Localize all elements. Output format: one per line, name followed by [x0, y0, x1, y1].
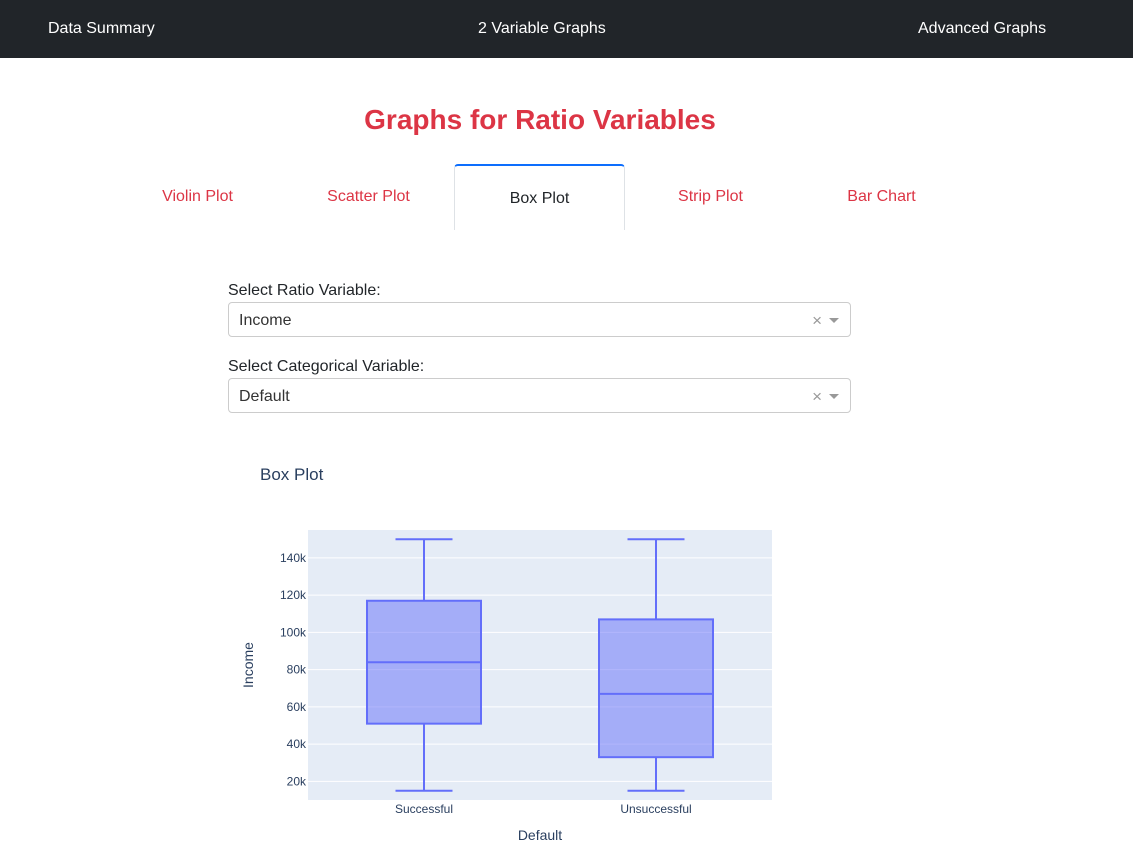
y-tick-label: 100k	[280, 625, 307, 639]
categorical-variable-dropdown[interactable]: Default ×	[228, 378, 851, 413]
tab-violin-plot[interactable]: Violin Plot	[112, 164, 283, 230]
clear-icon[interactable]: ×	[812, 303, 822, 338]
y-tick-label: 20k	[287, 774, 307, 788]
y-tick-label: 60k	[287, 700, 307, 714]
tab-strip-plot[interactable]: Strip Plot	[625, 164, 796, 230]
categorical-variable-label: Select Categorical Variable:	[228, 358, 425, 375]
x-axis-title: Default	[518, 827, 562, 843]
tab-bar-chart[interactable]: Bar Chart	[796, 164, 967, 230]
box-iqr	[598, 618, 714, 759]
chevron-down-icon[interactable]	[829, 394, 839, 399]
ratio-variable-value: Income	[239, 312, 292, 329]
chevron-down-icon[interactable]	[829, 318, 839, 323]
y-tick-label: 120k	[280, 588, 307, 602]
top-navbar: Data Summary 2 Variable Graphs Advanced …	[0, 0, 1133, 58]
ratio-variable-dropdown[interactable]: Income ×	[228, 302, 851, 337]
x-tick-label: Successful	[395, 802, 453, 816]
y-tick-label: 80k	[287, 663, 307, 677]
y-tick-label: 140k	[280, 551, 307, 565]
clear-icon[interactable]: ×	[812, 379, 822, 414]
page-title: Graphs for Ratio Variables	[364, 104, 716, 135]
nav-advanced-graphs[interactable]: Advanced Graphs	[918, 0, 1046, 58]
nav-2-variable-graphs[interactable]: 2 Variable Graphs	[478, 0, 606, 58]
y-tick-label: 40k	[287, 737, 307, 751]
box-plot-svg: Box Plot 20k 40k 60k 80k 100k 120k 140k Successf…	[240, 465, 772, 843]
tab-box-plot[interactable]: Box Plot	[454, 164, 625, 230]
box-plot-chart: Box Plot 20k 40k 60k 80k 100k 120k 140k Successf…	[228, 440, 828, 850]
chart-title: Box Plot	[260, 465, 324, 484]
x-tick-label: Unsuccessful	[620, 802, 691, 816]
y-axis-title: Income	[240, 642, 256, 688]
categorical-variable-value: Default	[239, 388, 290, 405]
tab-scatter-plot[interactable]: Scatter Plot	[283, 164, 454, 230]
nav-data-summary[interactable]: Data Summary	[48, 0, 155, 58]
ratio-variable-label: Select Ratio Variable:	[228, 282, 381, 299]
